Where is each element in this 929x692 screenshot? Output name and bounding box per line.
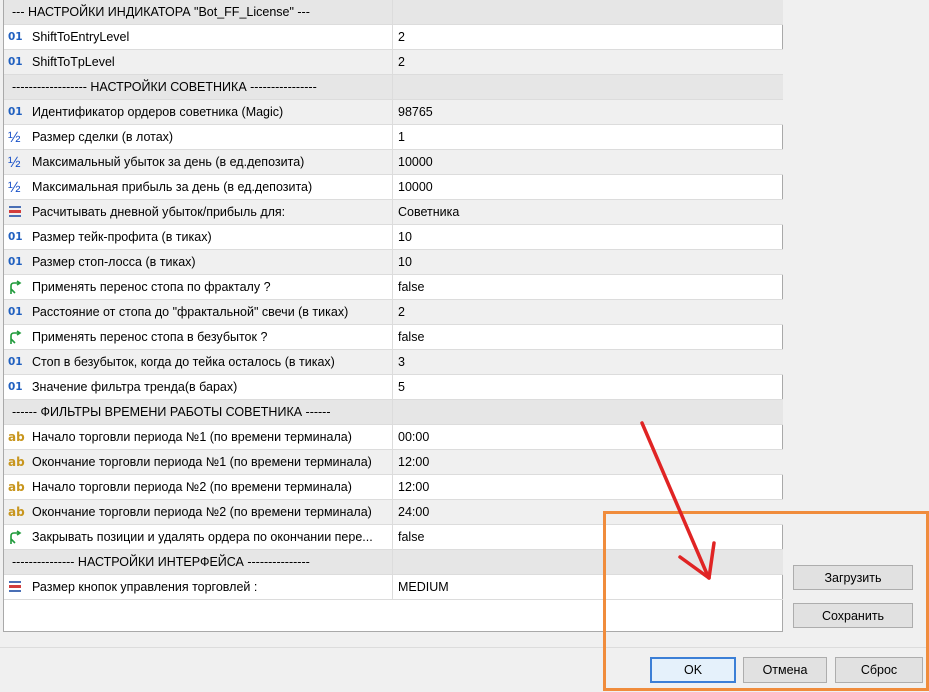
red-arrow-annotation xyxy=(640,421,716,580)
